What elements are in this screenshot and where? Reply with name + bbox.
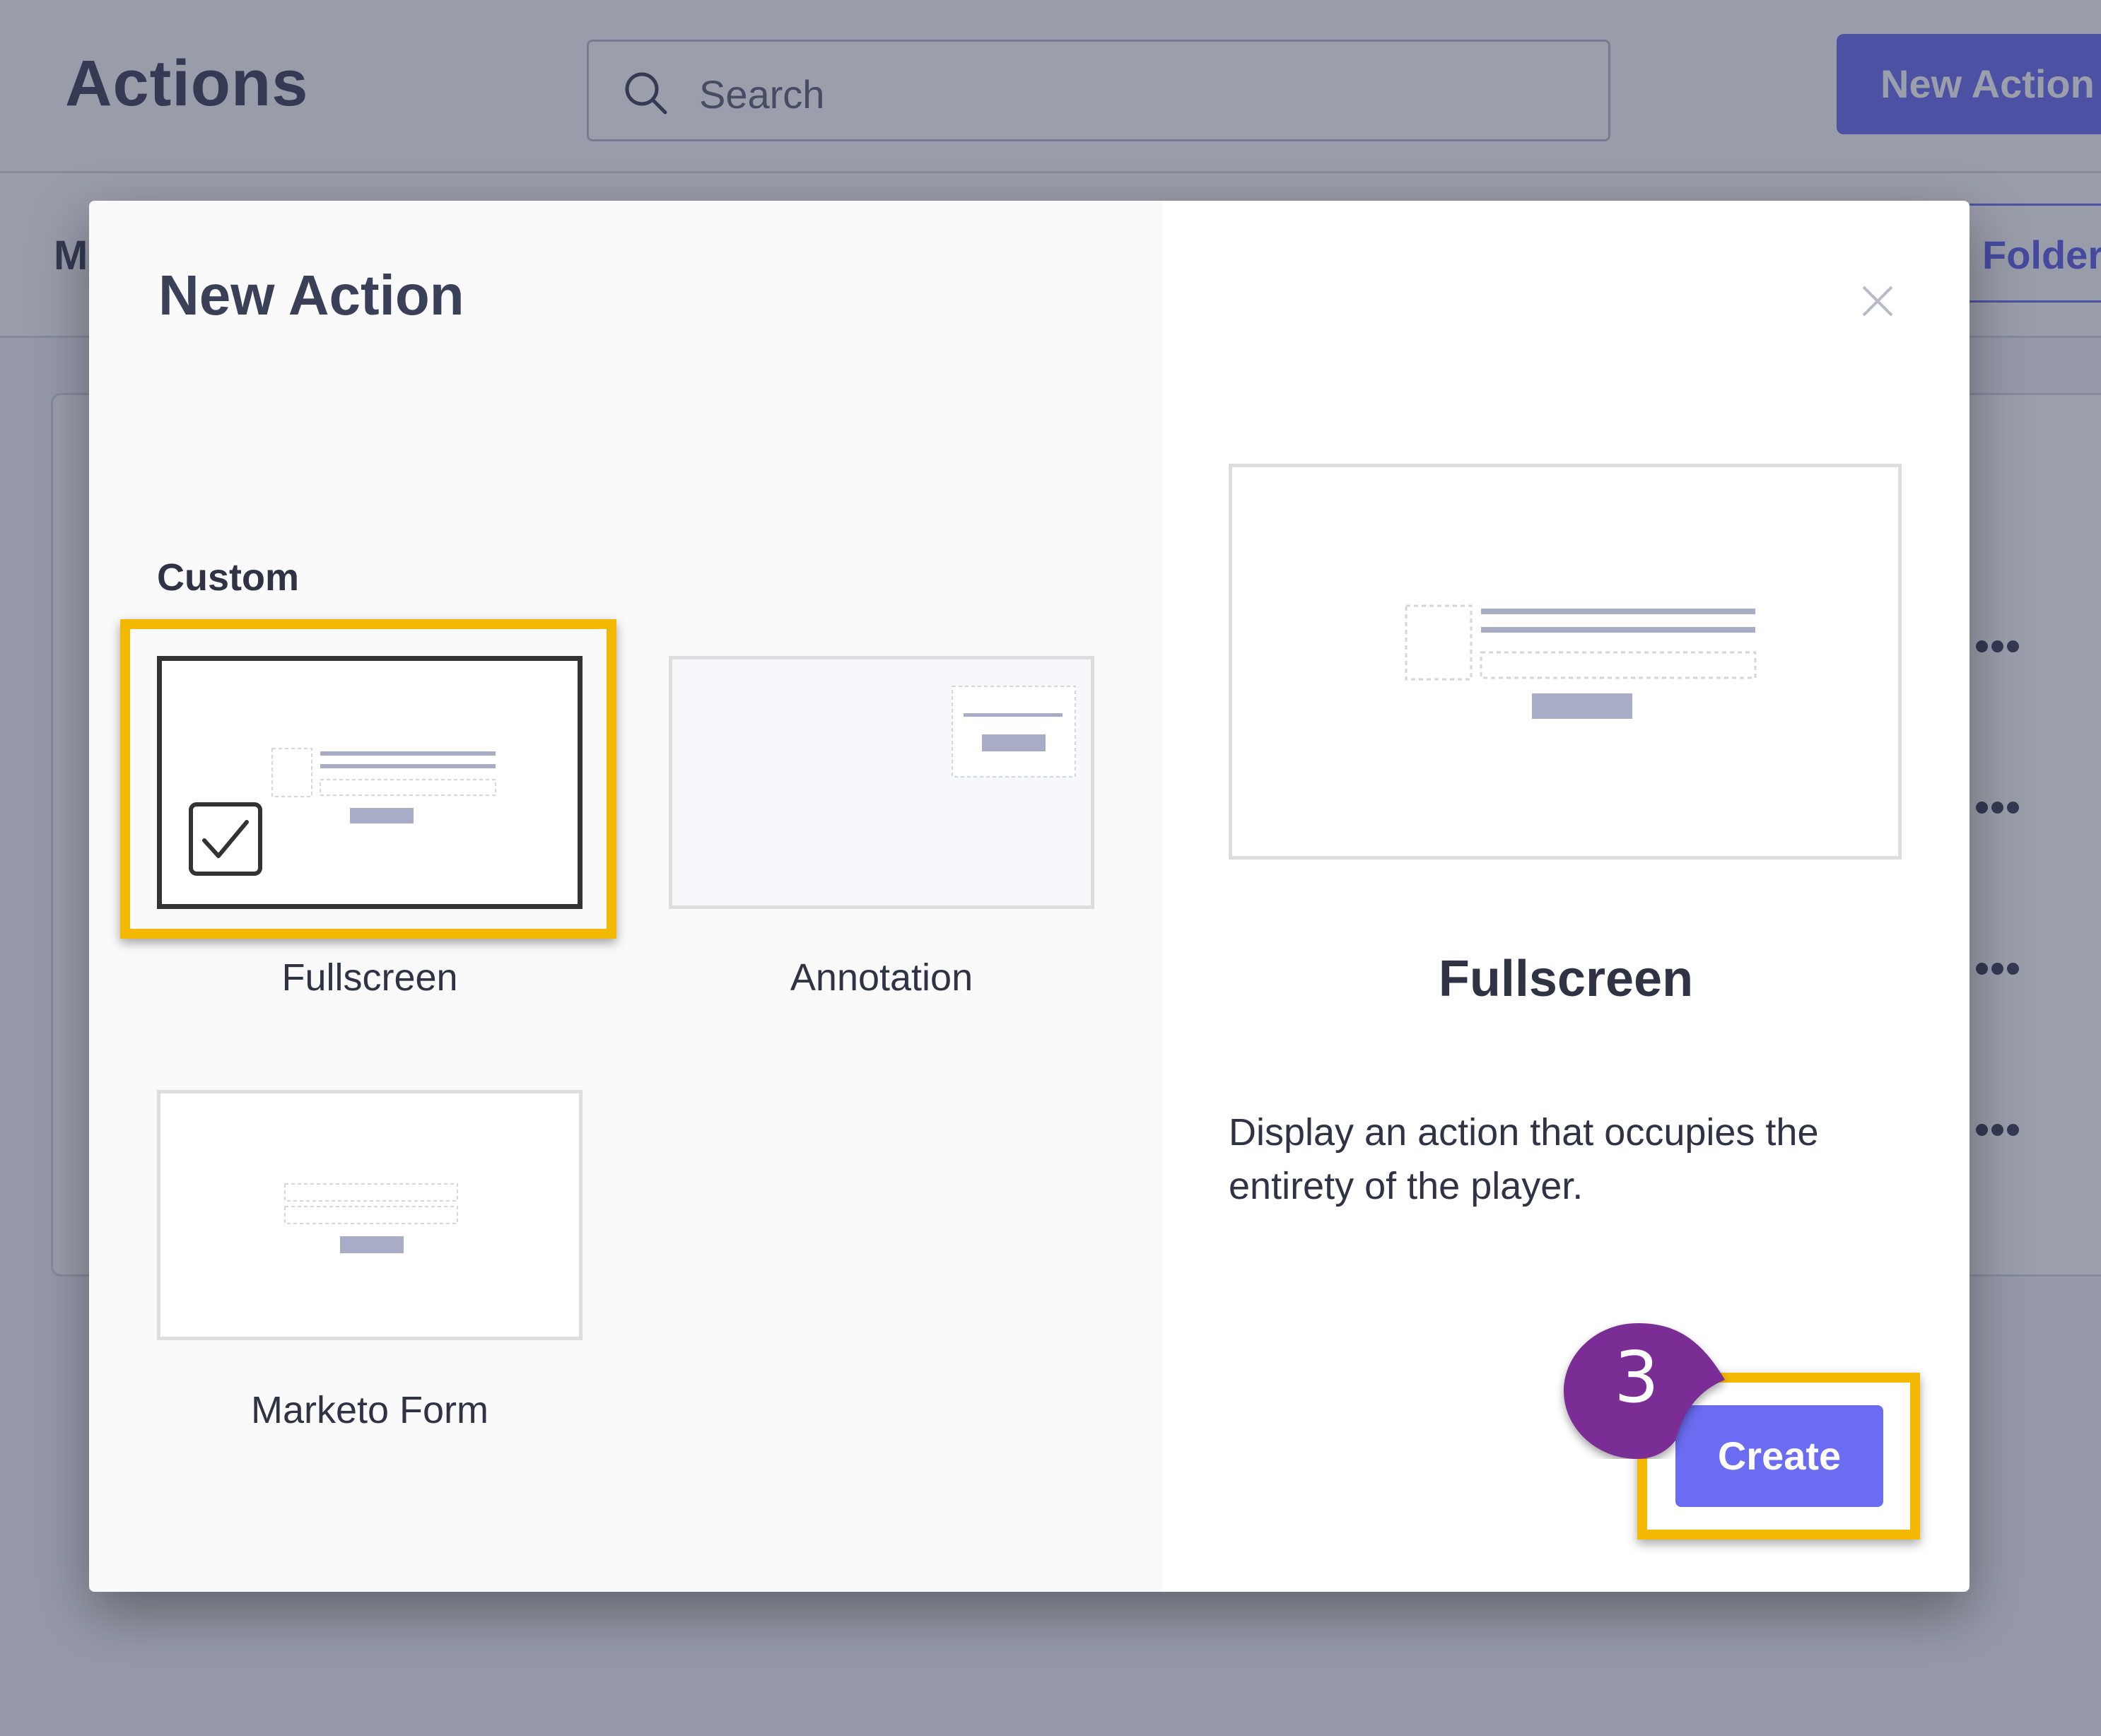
option-annotation-card[interactable] [669, 656, 1094, 909]
close-icon[interactable] [1861, 284, 1895, 318]
option-marketo-form-label[interactable]: Marketo Form [157, 1388, 583, 1432]
modal-title: New Action [158, 264, 464, 327]
option-fullscreen-label[interactable]: Fullscreen [157, 956, 583, 999]
fullscreen-preview-icon [1405, 604, 1757, 719]
option-annotation-label[interactable]: Annotation [669, 956, 1094, 999]
preview-image [1229, 464, 1902, 860]
step-badge-number: 3 [1614, 1336, 1659, 1419]
preview-title: Fullscreen [1438, 951, 1694, 1007]
marketo-form-thumbnail-icon [284, 1183, 458, 1253]
new-action-modal: New Action Custom Fullscreen Annotation [89, 201, 1970, 1592]
option-marketo-form-card[interactable] [157, 1090, 583, 1340]
selection-highlight [120, 619, 616, 939]
annotation-thumbnail-icon [952, 686, 1076, 778]
section-label-custom: Custom [157, 556, 299, 599]
preview-description: Display an action that occupies the enti… [1229, 1111, 1819, 1207]
